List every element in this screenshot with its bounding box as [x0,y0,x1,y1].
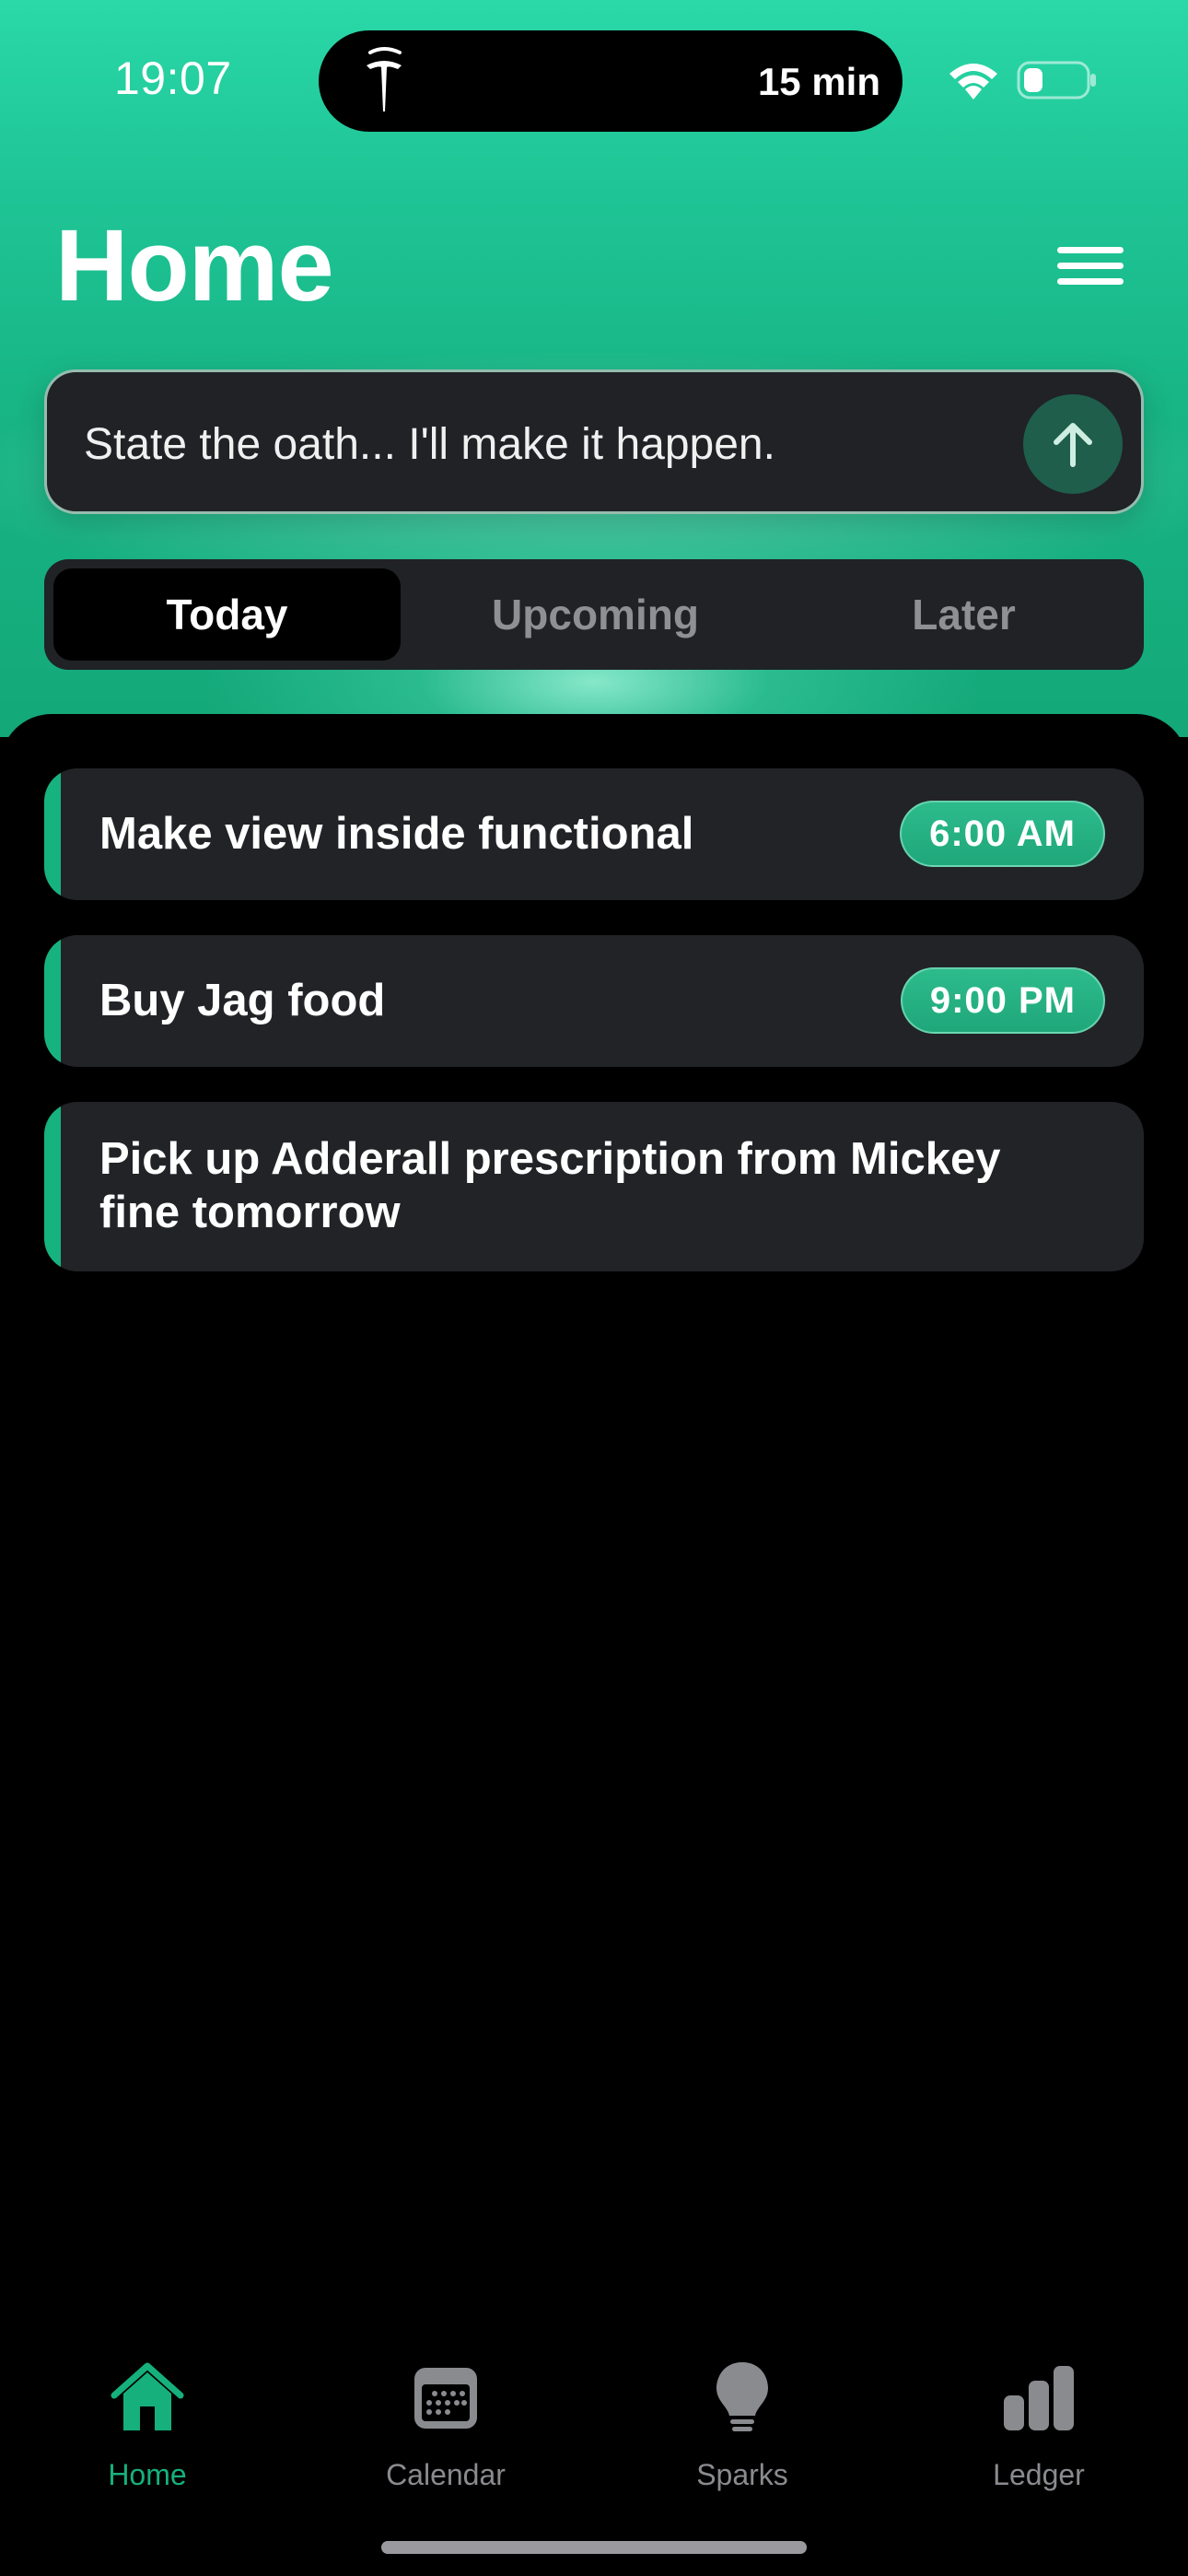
task-accent-stripe [44,1102,61,1271]
task-row[interactable]: Make view inside functional 6:00 AM [44,768,1144,900]
task-title: Buy Jag food [99,976,386,1025]
task-accent-stripe [44,768,61,900]
tesla-logo-icon [367,47,402,111]
page-title: Home [55,209,334,322]
command-input[interactable] [84,407,1005,481]
task-row[interactable]: Buy Jag food 9:00 PM [44,935,1144,1067]
tab-sparks-label: Sparks [696,2458,788,2491]
tab-later[interactable]: Later [790,568,1137,661]
hamburger-menu-icon[interactable] [1050,238,1127,293]
tab-ledger-label: Ledger [993,2458,1085,2491]
tab-sparks[interactable]: Sparks [650,2359,834,2497]
tab-calendar[interactable]: Calendar [354,2359,538,2497]
arrow-up-icon [1054,423,1092,467]
task-title: Make view inside functional [99,809,694,859]
task-row[interactable]: Pick up Adderall prescription from Micke… [44,1102,1144,1271]
app-screen: 19:07 15 min Home Today Upcoming [0,0,1188,2576]
status-bar-time: 19:07 [114,53,232,104]
task-time-badge[interactable]: 9:00 PM [900,967,1105,1034]
calendar-icon [414,2368,477,2429]
task-time-badge[interactable]: 6:00 AM [900,801,1105,867]
wifi-icon [949,64,997,100]
tab-calendar-label: Calendar [386,2458,506,2491]
bar-chart-icon [1004,2366,1074,2430]
send-button[interactable] [1023,394,1123,494]
command-input-container [44,369,1144,514]
task-accent-stripe [44,935,61,1067]
home-indicator[interactable] [381,2541,807,2554]
lightbulb-icon [716,2362,768,2431]
tab-today[interactable]: Today [53,568,401,661]
tab-home-label: Home [108,2458,187,2491]
house-icon [111,2362,184,2430]
task-title: Pick up Adderall prescription from Micke… [99,1134,1001,1237]
battery-low-icon [1017,61,1096,100]
segmented-control: Today Upcoming Later [44,559,1144,670]
island-timer-label: 15 min [757,60,880,103]
dynamic-island[interactable]: 15 min [319,30,903,132]
tab-home[interactable]: Home [55,2359,239,2497]
tab-ledger[interactable]: Ledger [947,2359,1131,2497]
tab-upcoming[interactable]: Upcoming [422,568,769,661]
